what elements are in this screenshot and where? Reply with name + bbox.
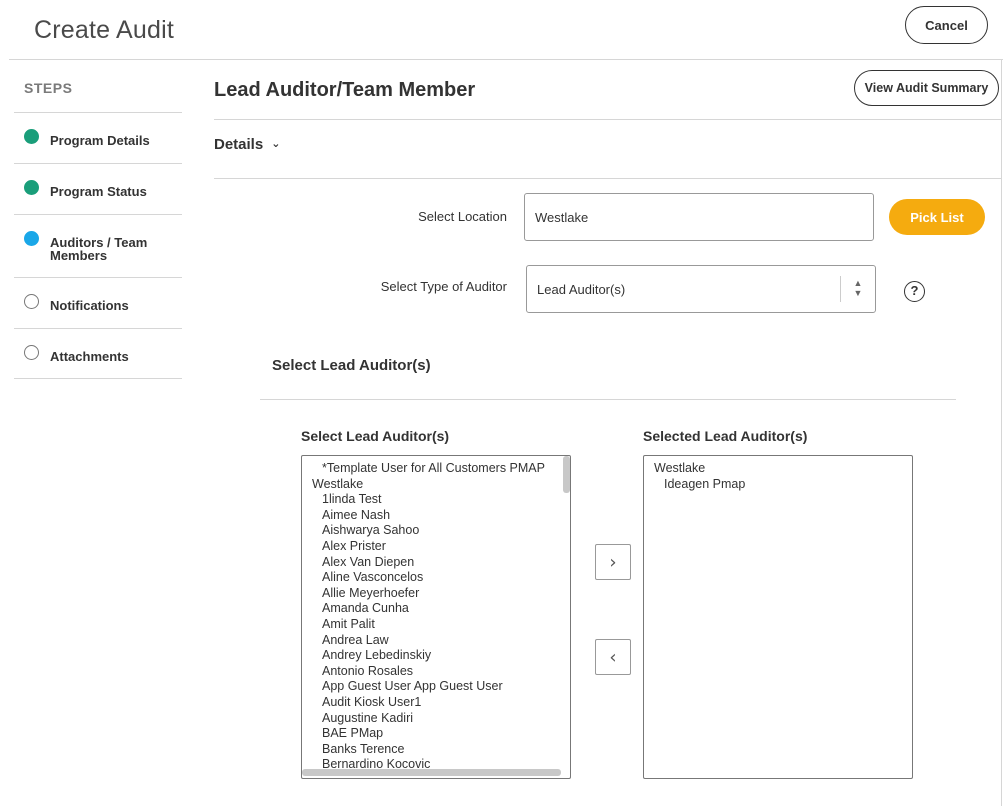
header-divider xyxy=(9,59,1003,60)
auditor-type-select[interactable]: Lead Auditor(s) ▲ ▼ xyxy=(526,265,876,313)
location-label: Select Location xyxy=(418,209,507,224)
list-option[interactable]: Alex Prister xyxy=(322,539,386,555)
list-option[interactable]: Amanda Cunha xyxy=(322,601,409,617)
step-auditors-team-members[interactable]: Auditors / Team Members xyxy=(14,214,182,277)
step-label: Program Status xyxy=(50,184,147,199)
step-pending-icon xyxy=(24,345,39,360)
list-option[interactable]: Banks Terence xyxy=(322,742,404,758)
list-option[interactable]: Antonio Rosales xyxy=(322,664,413,680)
available-auditors-listbox[interactable]: Bernardino Kocovic Banks Terence BAE PMap A… xyxy=(301,455,571,779)
sort-arrows-icon: ▲ ▼ xyxy=(853,278,863,298)
select-divider xyxy=(840,276,841,302)
section-divider xyxy=(214,119,1001,120)
list-option[interactable]: Augustine Kadiri xyxy=(322,711,413,727)
step-label: Auditors / Team Members xyxy=(50,235,148,263)
step-current-icon xyxy=(24,231,39,246)
step-pending-icon xyxy=(24,294,39,309)
list-group-header[interactable]: Westlake xyxy=(654,461,705,477)
chevron-right-icon: › xyxy=(609,551,617,573)
list-option[interactable]: Amit Palit xyxy=(322,617,375,633)
details-divider xyxy=(214,178,1001,179)
add-auditor-button[interactable]: › xyxy=(595,544,631,580)
list-option[interactable]: *Template User for All Customers PMAP xyxy=(322,461,545,477)
steps-title: STEPS xyxy=(24,80,73,96)
auditor-type-value: Lead Auditor(s) xyxy=(537,282,626,297)
right-edge-divider xyxy=(1001,60,1002,806)
step-notifications[interactable]: Notifications xyxy=(14,277,182,328)
steps-bottom-divider xyxy=(14,378,182,379)
list-option[interactable]: 1linda Test xyxy=(322,492,382,508)
section-title: Lead Auditor/Team Member xyxy=(214,79,476,101)
lead-auditor-section-title: Select Lead Auditor(s) xyxy=(272,357,431,374)
step-complete-icon xyxy=(24,129,39,144)
remove-auditor-button[interactable]: ‹ xyxy=(595,639,631,675)
vertical-scrollbar[interactable] xyxy=(563,456,570,493)
details-toggle[interactable]: Details ⌄ xyxy=(214,136,280,153)
location-input[interactable] xyxy=(524,193,874,241)
page-title: Create Audit xyxy=(34,16,174,44)
list-option[interactable]: Allie Meyerhoefer xyxy=(322,586,419,602)
selected-list-title: Selected Lead Auditor(s) xyxy=(643,428,808,444)
step-attachments[interactable]: Attachments xyxy=(14,328,182,378)
cancel-button[interactable]: Cancel xyxy=(905,6,988,44)
step-label: Attachments xyxy=(50,349,129,364)
list-option[interactable]: Audit Kiosk User1 xyxy=(322,695,421,711)
available-list-title: Select Lead Auditor(s) xyxy=(301,428,450,444)
step-program-status[interactable]: Program Status xyxy=(14,163,182,214)
chevron-down-icon: ⌄ xyxy=(271,138,281,150)
selected-auditors-listbox[interactable]: Ideagen Pmap Westlake xyxy=(643,455,913,779)
list-option[interactable]: Andrea Law xyxy=(322,633,389,649)
step-label: Program Details xyxy=(50,133,150,148)
list-option[interactable]: BAE PMap xyxy=(322,726,383,742)
list-option[interactable]: Andrey Lebedinskiy xyxy=(322,648,431,664)
horizontal-scrollbar[interactable] xyxy=(302,769,561,776)
list-option[interactable]: App Guest User App Guest User xyxy=(322,679,503,695)
auditor-type-label: Select Type of Auditor xyxy=(380,279,507,294)
list-group-header[interactable]: Westlake xyxy=(312,477,363,493)
details-label: Details xyxy=(214,136,264,153)
view-audit-summary-button[interactable]: View Audit Summary xyxy=(854,70,999,106)
lead-auditor-divider xyxy=(260,399,956,400)
list-option[interactable]: Alex Van Diepen xyxy=(322,555,414,571)
step-label: Notifications xyxy=(50,298,129,313)
list-option[interactable]: Aimee Nash xyxy=(322,508,390,524)
list-option[interactable]: Ideagen Pmap xyxy=(664,477,745,493)
step-program-details[interactable]: Program Details xyxy=(14,112,182,163)
list-option[interactable]: Aline Vasconcelos xyxy=(322,570,423,586)
list-option[interactable]: Aishwarya Sahoo xyxy=(322,523,419,539)
help-icon[interactable]: ? xyxy=(904,281,925,302)
step-complete-icon xyxy=(24,180,39,195)
chevron-left-icon: ‹ xyxy=(609,646,617,668)
pick-list-button[interactable]: Pick List xyxy=(889,199,985,235)
